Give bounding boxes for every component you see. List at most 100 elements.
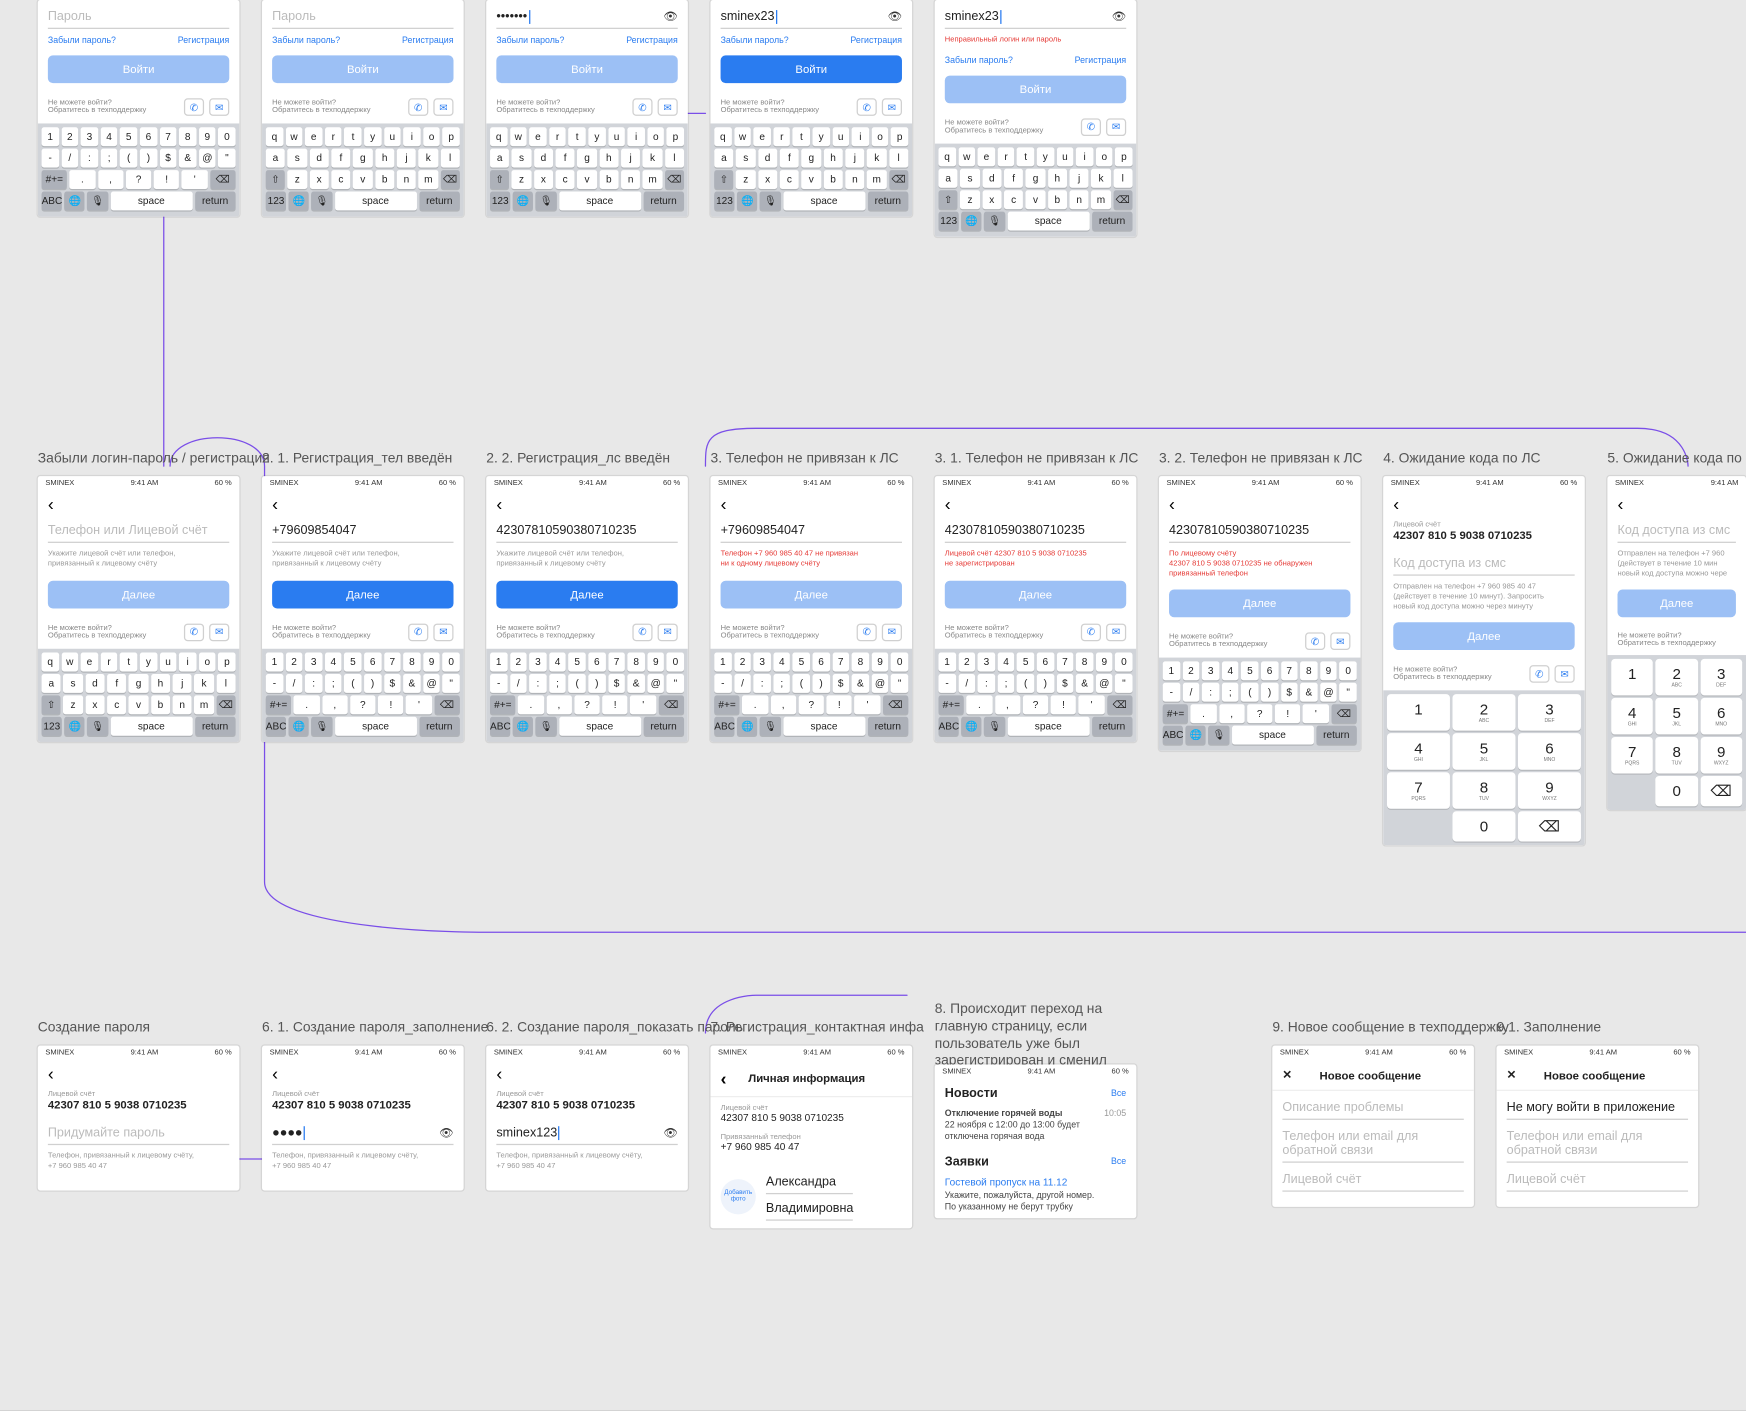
- keyboard-key[interactable]: 9: [423, 652, 440, 671]
- keyboard-key[interactable]: -: [266, 673, 283, 692]
- keyboard-key[interactable]: ⇧: [266, 170, 285, 189]
- keyboard-key[interactable]: :: [978, 673, 995, 692]
- keyboard-key[interactable]: @: [871, 673, 888, 692]
- numpad-key[interactable]: 0: [1452, 812, 1515, 842]
- keyboard-key[interactable]: (: [344, 673, 361, 692]
- keyboard-key[interactable]: 6: [364, 652, 381, 671]
- keyboard-key[interactable]: 3: [81, 127, 98, 146]
- keyboard-key[interactable]: c: [1004, 190, 1023, 209]
- news-all-link[interactable]: Все: [1111, 1090, 1126, 1099]
- keyboard-key[interactable]: ?: [574, 695, 600, 714]
- keyboard-key[interactable]: w: [285, 127, 302, 146]
- keyboard-key[interactable]: b: [375, 170, 394, 189]
- keyboard-key[interactable]: 7: [832, 652, 849, 671]
- numpad-key[interactable]: 7PQRS: [1611, 737, 1653, 774]
- keyboard-key[interactable]: -: [714, 673, 731, 692]
- keyboard-key[interactable]: ;: [773, 673, 790, 692]
- keyboard-key[interactable]: ": [891, 673, 908, 692]
- keyboard-key[interactable]: /: [285, 673, 302, 692]
- keyboard-key[interactable]: ⌫: [1113, 190, 1132, 209]
- keyboard-key[interactable]: ?: [350, 695, 376, 714]
- keyboard-key[interactable]: #+=: [939, 695, 965, 714]
- keyboard-key[interactable]: t: [793, 127, 810, 146]
- keyboard-key[interactable]: .: [294, 695, 320, 714]
- keyboard-key[interactable]: k: [419, 149, 438, 168]
- keyboard-key[interactable]: f: [780, 149, 799, 168]
- keyboard-key[interactable]: h: [151, 673, 170, 692]
- keyboard-key[interactable]: m: [643, 170, 662, 189]
- keyboard-key[interactable]: 5: [344, 652, 361, 671]
- eye-icon[interactable]: 👁: [888, 10, 902, 24]
- keyboard-key[interactable]: j: [173, 673, 192, 692]
- keyboard-key[interactable]: (: [569, 673, 586, 692]
- problem-input[interactable]: Описание проблемы: [1282, 1098, 1463, 1118]
- keyboard-key[interactable]: o: [199, 652, 216, 671]
- keyboard-key[interactable]: ': [1303, 705, 1329, 724]
- keyboard-key[interactable]: 8: [179, 127, 196, 146]
- keyboard-key[interactable]: i: [403, 127, 420, 146]
- keyboard-key[interactable]: t: [120, 652, 137, 671]
- keyboard-key[interactable]: 6: [140, 127, 157, 146]
- keyboard-key[interactable]: 3: [1202, 662, 1219, 681]
- otp-input[interactable]: Код доступа из смс: [1393, 554, 1574, 574]
- numpad-key[interactable]: 7PQRS: [1387, 773, 1450, 810]
- keyboard-key[interactable]: ⌫: [434, 695, 460, 714]
- keyboard-key[interactable]: s: [736, 149, 755, 168]
- keyboard-key[interactable]: e: [529, 127, 546, 146]
- keyboard-key[interactable]: l: [889, 149, 908, 168]
- keyboard-key[interactable]: z: [960, 190, 979, 209]
- keyboard-key[interactable]: ;: [997, 673, 1014, 692]
- keyboard-key[interactable]: 4: [325, 652, 342, 671]
- keyboard-key[interactable]: ⌫: [1107, 695, 1133, 714]
- keyboard-key[interactable]: &: [1076, 673, 1093, 692]
- keyboard-key[interactable]: c: [331, 170, 350, 189]
- keyboard-key[interactable]: 9: [647, 652, 664, 671]
- keyboard-key[interactable]: n: [397, 170, 416, 189]
- keyboard-key[interactable]: ): [140, 149, 157, 168]
- keyboard-key[interactable]: g: [802, 149, 821, 168]
- keyboard-key[interactable]: ⇧: [714, 170, 733, 189]
- keyboard-key[interactable]: q: [490, 127, 507, 146]
- keyboard-key[interactable]: d: [758, 149, 777, 168]
- keyboard-key[interactable]: e: [81, 652, 98, 671]
- keyboard-key[interactable]: j: [845, 149, 864, 168]
- keyboard-key[interactable]: (: [793, 673, 810, 692]
- keyboard-key[interactable]: #+=: [266, 695, 292, 714]
- keyboard-key[interactable]: ): [813, 673, 830, 692]
- keyboard-key[interactable]: b: [599, 170, 618, 189]
- keyboard-key[interactable]: ": [1340, 683, 1357, 702]
- keyboard-key[interactable]: f: [107, 673, 126, 692]
- keyboard-key[interactable]: 2: [734, 652, 751, 671]
- keyboard-key[interactable]: o: [647, 127, 664, 146]
- keyboard-key[interactable]: w: [61, 652, 78, 671]
- keyboard-key[interactable]: 4: [101, 127, 118, 146]
- keyboard-key[interactable]: @: [423, 673, 440, 692]
- keyboard-key[interactable]: $: [1056, 673, 1073, 692]
- keyboard-key[interactable]: ⌫: [658, 695, 684, 714]
- keyboard-key[interactable]: .: [967, 695, 993, 714]
- add-photo-button[interactable]: Добавить фото: [721, 1179, 756, 1214]
- keyboard-key[interactable]: v: [577, 170, 596, 189]
- numpad-key[interactable]: 3DEF: [1518, 695, 1581, 732]
- keyboard-key[interactable]: p: [891, 127, 908, 146]
- keyboard-key[interactable]: ,: [322, 695, 348, 714]
- keyboard-key[interactable]: 5: [1241, 662, 1258, 681]
- keyboard-key[interactable]: l: [665, 149, 684, 168]
- keyboard-key[interactable]: $: [608, 673, 625, 692]
- keyboard-key[interactable]: r: [325, 127, 342, 146]
- keyboard-key[interactable]: q: [939, 147, 956, 166]
- keyboard-key[interactable]: j: [1069, 169, 1088, 188]
- keyboard-key[interactable]: 5: [793, 652, 810, 671]
- keyboard-key[interactable]: r: [549, 127, 566, 146]
- keyboard-key[interactable]: r: [773, 127, 790, 146]
- keyboard-key[interactable]: x: [982, 190, 1001, 209]
- keyboard-key[interactable]: @: [199, 149, 216, 168]
- keyboard-key[interactable]: ?: [1247, 705, 1273, 724]
- keyboard-key[interactable]: ⌫: [216, 695, 235, 714]
- keyboard-key[interactable]: 1: [42, 127, 59, 146]
- numpad-key[interactable]: 2ABC: [1656, 659, 1698, 696]
- keyboard-key[interactable]: d: [534, 149, 553, 168]
- numpad-key[interactable]: 8TUV: [1452, 773, 1515, 810]
- keyboard-key[interactable]: z: [63, 695, 82, 714]
- keyboard-key[interactable]: $: [832, 673, 849, 692]
